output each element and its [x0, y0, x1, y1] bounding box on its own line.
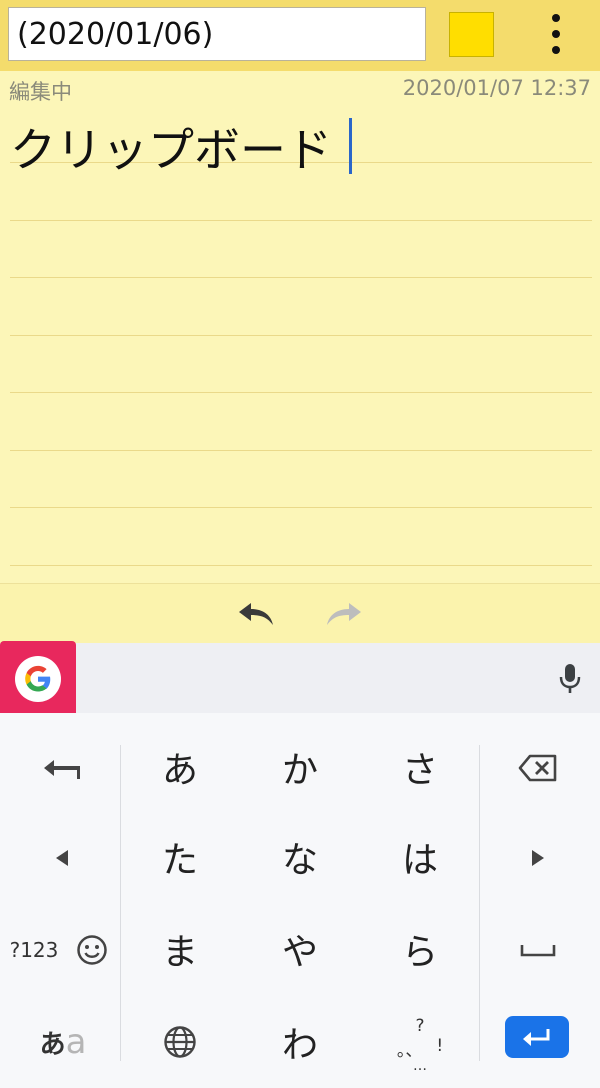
- space-icon: [520, 945, 556, 957]
- globe-icon: [164, 1026, 196, 1058]
- punct-ellipsis: …: [413, 1057, 427, 1074]
- space-key[interactable]: [498, 920, 578, 980]
- enter-icon: [523, 1029, 550, 1046]
- ruled-line: [10, 507, 592, 508]
- num-mode-key[interactable]: ?123: [4, 920, 64, 980]
- more-vert-icon[interactable]: [540, 14, 572, 54]
- ruled-line: [10, 450, 592, 451]
- punctuation-key[interactable]: ? 。、 ! …: [370, 1004, 470, 1082]
- punct-small: 。、: [396, 1040, 423, 1061]
- arrow-right-icon: [532, 850, 544, 866]
- edit-status-label: 編集中: [9, 80, 72, 104]
- mode-alt-label: a: [65, 1022, 87, 1062]
- undo-arrow-icon: [44, 760, 80, 779]
- ruled-line: [10, 565, 592, 566]
- note-title-field[interactable]: (2020/01/06): [8, 7, 426, 61]
- arrow-right-key[interactable]: [498, 828, 578, 888]
- kana-key[interactable]: や: [250, 918, 350, 980]
- backspace-icon: [518, 754, 557, 782]
- ruled-line: [10, 335, 592, 336]
- emoji-icon: [77, 935, 107, 965]
- backspace-key[interactable]: [498, 738, 578, 798]
- punct-question: ?: [415, 1015, 425, 1036]
- keyboard-divider: [120, 745, 121, 1061]
- redo-icon[interactable]: [323, 599, 367, 629]
- kana-key[interactable]: わ: [250, 1010, 350, 1074]
- google-g-icon: [15, 656, 61, 702]
- edit-toolbar: [0, 583, 600, 643]
- kana-key[interactable]: か: [250, 736, 350, 798]
- google-g-button[interactable]: [0, 641, 76, 717]
- color-swatch-button[interactable]: [449, 12, 494, 57]
- undo-arrow-key[interactable]: [22, 738, 102, 798]
- keyboard-toolbar: [0, 643, 600, 713]
- undo-icon[interactable]: [233, 599, 277, 629]
- kana-key[interactable]: さ: [370, 736, 470, 798]
- arrow-left-key[interactable]: [22, 828, 102, 888]
- ruled-line: [10, 277, 592, 278]
- kana-key[interactable]: た: [130, 826, 230, 888]
- enter-key[interactable]: [505, 1016, 569, 1058]
- ruled-line: [10, 220, 592, 221]
- kana-key[interactable]: な: [250, 826, 350, 888]
- kana-key[interactable]: あ: [130, 736, 230, 798]
- mic-icon[interactable]: [556, 662, 584, 696]
- mode-main-label: あ: [39, 1029, 66, 1060]
- note-body-text[interactable]: クリップボード: [10, 114, 332, 180]
- note-timestamp: 2020/01/07 12:37: [402, 76, 591, 100]
- globe-key[interactable]: [140, 1010, 220, 1074]
- input-mode-key[interactable]: あa: [30, 1012, 96, 1072]
- text-cursor: [349, 118, 352, 174]
- kana-key[interactable]: ま: [130, 918, 230, 980]
- keyboard-divider: [479, 745, 480, 1061]
- ruled-line: [10, 392, 592, 393]
- kana-key[interactable]: ら: [370, 918, 470, 980]
- kana-key[interactable]: は: [370, 826, 470, 888]
- arrow-left-icon: [56, 850, 68, 866]
- emoji-key[interactable]: [70, 920, 114, 980]
- punct-excl: !: [436, 1035, 444, 1056]
